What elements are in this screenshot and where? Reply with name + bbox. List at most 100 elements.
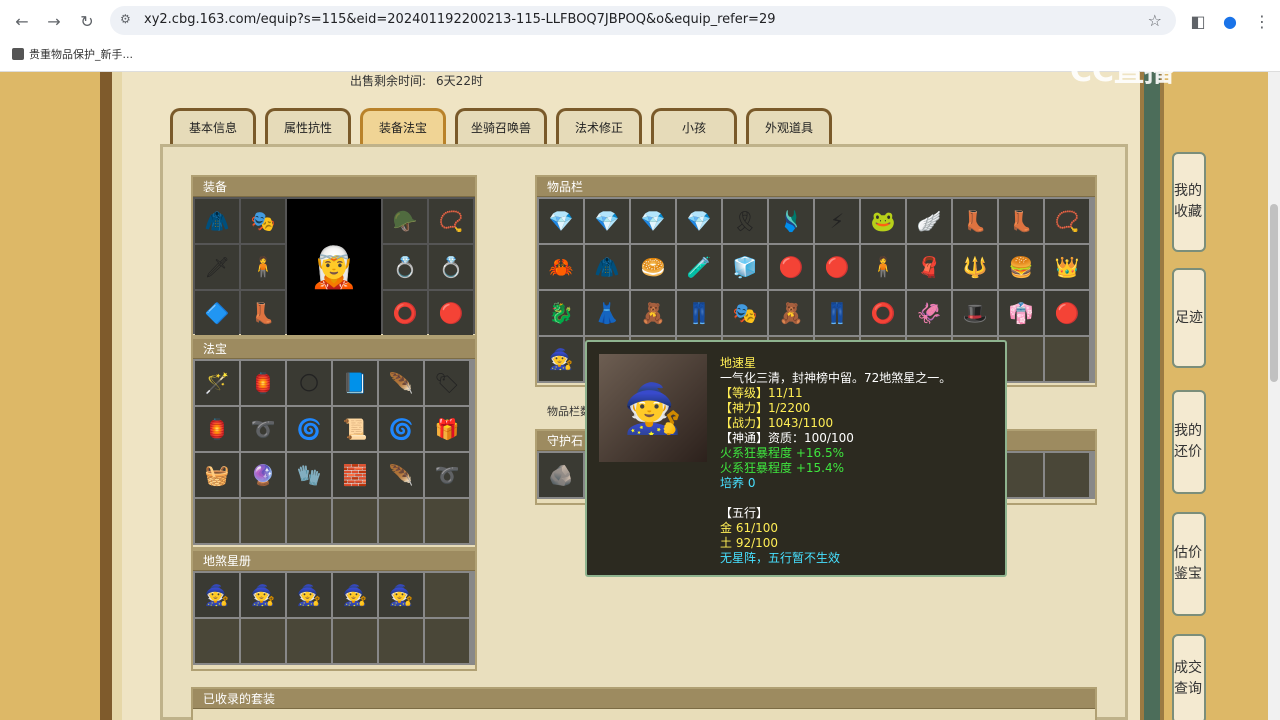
- equip-slot[interactable]: 📿: [429, 199, 473, 243]
- tab-mounts[interactable]: 坐骑召唤兽: [455, 108, 547, 144]
- item-slot[interactable]: 💎: [677, 199, 721, 243]
- item-slot[interactable]: 👑: [1045, 245, 1089, 289]
- fabao-slot[interactable]: 🎁: [425, 407, 469, 451]
- equip-slot[interactable]: 💍: [429, 245, 473, 289]
- item-slot[interactable]: 🍔: [999, 245, 1043, 289]
- bookmark-item[interactable]: 贵重物品保护_新手...: [12, 46, 133, 62]
- item-slot[interactable]: [1045, 337, 1089, 381]
- fabao-slot[interactable]: 🌀: [379, 407, 423, 451]
- item-slot[interactable]: ⭕: [861, 291, 905, 335]
- reload-icon[interactable]: ↻: [75, 9, 99, 33]
- tab-child[interactable]: 小孩: [651, 108, 737, 144]
- item-slot[interactable]: 🦀: [539, 245, 583, 289]
- item-slot[interactable]: 🎭: [723, 291, 767, 335]
- item-slot[interactable]: 🔴: [769, 245, 813, 289]
- item-slot[interactable]: 🔴: [815, 245, 859, 289]
- disha-slot[interactable]: 🧙: [287, 573, 331, 617]
- item-slot[interactable]: 👢: [999, 199, 1043, 243]
- tab-spells[interactable]: 法术修正: [556, 108, 642, 144]
- fabao-slot[interactable]: [425, 499, 469, 543]
- fabao-slot[interactable]: 🪶: [379, 453, 423, 497]
- equip-slot[interactable]: 🗡: [195, 245, 239, 289]
- disha-slot[interactable]: 🧙: [333, 573, 377, 617]
- item-slot[interactable]: 💎: [585, 199, 629, 243]
- disha-slot[interactable]: 🧙: [241, 573, 285, 617]
- fabao-slot[interactable]: 🏷: [425, 361, 469, 405]
- item-slot[interactable]: 💎: [539, 199, 583, 243]
- tab-attributes[interactable]: 属性抗性: [265, 108, 351, 144]
- item-slot[interactable]: 📿: [1045, 199, 1089, 243]
- item-slot[interactable]: 🪽: [907, 199, 951, 243]
- item-slot[interactable]: 👘: [999, 291, 1043, 335]
- side-counteroffer[interactable]: 我的还价: [1172, 390, 1206, 494]
- disha-slot[interactable]: [241, 619, 285, 663]
- sidepanel-icon[interactable]: ◧: [1186, 9, 1210, 33]
- item-slot[interactable]: 🐸: [861, 199, 905, 243]
- fabao-slot[interactable]: 🧺: [195, 453, 239, 497]
- disha-slot[interactable]: 🧙: [195, 573, 239, 617]
- item-slot[interactable]: 🧥: [585, 245, 629, 289]
- side-favorites[interactable]: 我的收藏: [1172, 152, 1206, 252]
- item-slot[interactable]: 💎: [631, 199, 675, 243]
- fabao-slot[interactable]: [333, 499, 377, 543]
- star-icon[interactable]: ☆: [1148, 11, 1162, 30]
- fabao-slot[interactable]: 🏮: [195, 407, 239, 451]
- fabao-slot[interactable]: [241, 499, 285, 543]
- equip-slot[interactable]: 🔴: [429, 291, 473, 335]
- item-slot[interactable]: 🧍: [861, 245, 905, 289]
- back-icon[interactable]: ←: [10, 9, 34, 33]
- fabao-slot[interactable]: 🌀: [287, 407, 331, 451]
- fabao-slot[interactable]: [195, 499, 239, 543]
- side-deals[interactable]: 成交查询: [1172, 634, 1206, 720]
- item-slot[interactable]: 🧣: [907, 245, 951, 289]
- url-text[interactable]: xy2.cbg.163.com/equip?s=115&eid=20240119…: [144, 12, 775, 27]
- fabao-slot[interactable]: 🪄: [195, 361, 239, 405]
- item-slot[interactable]: ⚡: [815, 199, 859, 243]
- fabao-slot[interactable]: 📘: [333, 361, 377, 405]
- tab-appearance[interactable]: 外观道具: [746, 108, 832, 144]
- fabao-slot[interactable]: 🔮: [241, 453, 285, 497]
- item-slot[interactable]: 🧸: [631, 291, 675, 335]
- scrollbar-thumb[interactable]: [1270, 204, 1278, 382]
- item-slot[interactable]: 🦑: [907, 291, 951, 335]
- item-slot[interactable]: 🐉: [539, 291, 583, 335]
- scrollbar[interactable]: [1268, 72, 1280, 720]
- equip-slot[interactable]: 🧥: [195, 199, 239, 243]
- tab-equipment[interactable]: 装备法宝: [360, 108, 446, 144]
- equip-slot[interactable]: 🪖: [383, 199, 427, 243]
- fabao-slot[interactable]: 🏮: [241, 361, 285, 405]
- fabao-slot[interactable]: 🪶: [379, 361, 423, 405]
- item-slot[interactable]: 🎩: [953, 291, 997, 335]
- item-slot[interactable]: 🧸: [769, 291, 813, 335]
- fabao-slot[interactable]: 📜: [333, 407, 377, 451]
- disha-slot[interactable]: [379, 619, 423, 663]
- menu-icon[interactable]: ⋮: [1250, 9, 1274, 33]
- fabao-slot[interactable]: 🧱: [333, 453, 377, 497]
- equip-slot[interactable]: 🧍: [241, 245, 285, 289]
- forward-icon[interactable]: →: [42, 9, 66, 33]
- fabao-slot[interactable]: [379, 499, 423, 543]
- tab-basic[interactable]: 基本信息: [170, 108, 256, 144]
- equip-slot[interactable]: ⭕: [383, 291, 427, 335]
- fabao-slot[interactable]: [287, 499, 331, 543]
- disha-slot[interactable]: [333, 619, 377, 663]
- site-info-icon[interactable]: ⚙: [120, 12, 131, 26]
- equip-slot[interactable]: 👢: [241, 291, 285, 335]
- item-slot[interactable]: 🧊: [723, 245, 767, 289]
- item-slot[interactable]: 🩱: [769, 199, 813, 243]
- disha-slot[interactable]: [195, 619, 239, 663]
- fabao-slot[interactable]: 🌕: [287, 361, 331, 405]
- item-slot[interactable]: 🎗: [723, 199, 767, 243]
- item-slot[interactable]: 👖: [677, 291, 721, 335]
- side-appraise[interactable]: 估价鉴宝: [1172, 512, 1206, 616]
- item-slot[interactable]: 👢: [953, 199, 997, 243]
- fabao-slot[interactable]: 🧤: [287, 453, 331, 497]
- item-slot[interactable]: 👗: [585, 291, 629, 335]
- guard-slot[interactable]: 🪨: [539, 453, 583, 497]
- fabao-slot[interactable]: ➰: [425, 453, 469, 497]
- fabao-slot[interactable]: ➰: [241, 407, 285, 451]
- address-bar[interactable]: ⚙ xy2.cbg.163.com/equip?s=115&eid=202401…: [110, 6, 1176, 35]
- disha-slot[interactable]: [287, 619, 331, 663]
- item-slot[interactable]: 👖: [815, 291, 859, 335]
- disha-slot[interactable]: [425, 573, 469, 617]
